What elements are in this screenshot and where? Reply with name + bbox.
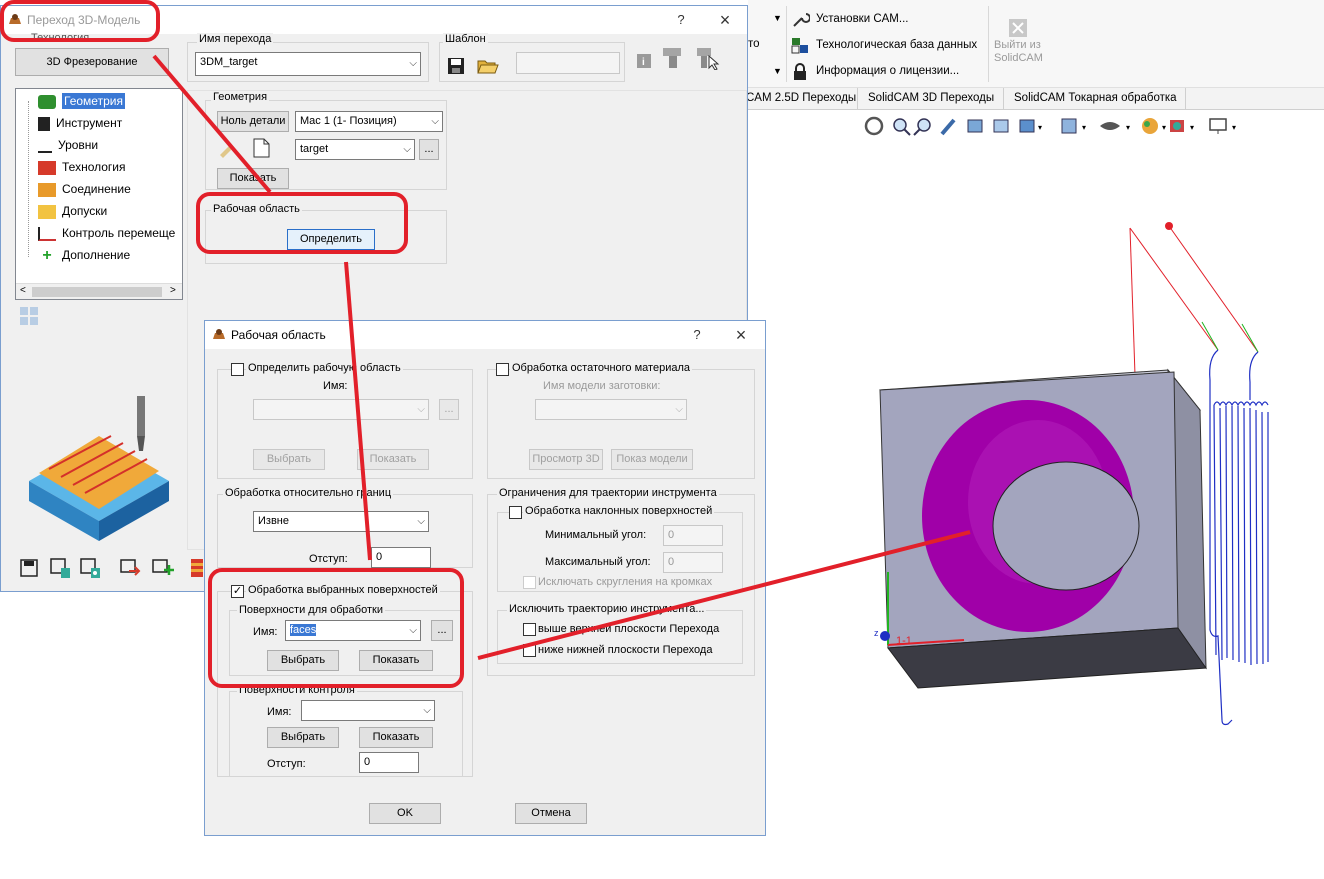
annotation-arrows [152, 54, 971, 660]
annotation-line [344, 261, 372, 561]
annotation-line [152, 54, 272, 194]
annotation-line [477, 530, 971, 660]
